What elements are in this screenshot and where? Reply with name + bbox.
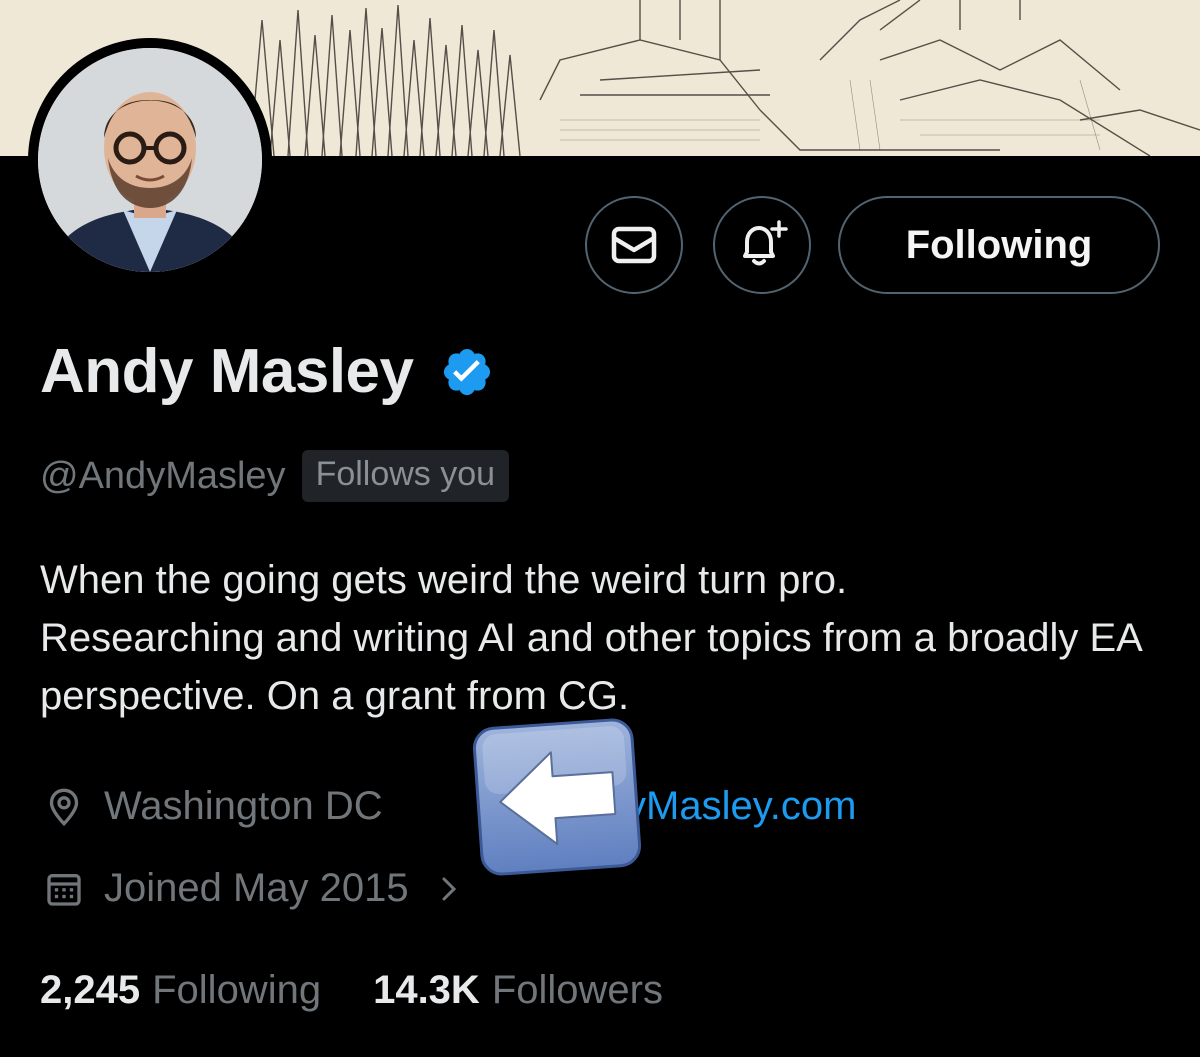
location-text: Washington DC <box>104 784 383 828</box>
following-label: Following <box>152 968 322 1012</box>
envelope-icon <box>611 226 657 264</box>
avatar[interactable] <box>28 38 272 282</box>
profile-joined-date[interactable]: Joined May 2015 <box>44 866 459 911</box>
follow-stats: 2,245 Following 14.3K Followers <box>40 968 663 1013</box>
notifications-button[interactable] <box>713 196 811 294</box>
follows-you-badge: Follows you <box>301 450 510 502</box>
following-stat[interactable]: 2,245 Following <box>40 968 321 1013</box>
profile-location: Washington DC <box>44 784 383 829</box>
profile-bio: When the going gets weird the weird turn… <box>40 558 1141 718</box>
avatar-photo <box>38 48 262 272</box>
following-button[interactable]: Following <box>838 196 1160 294</box>
message-button[interactable] <box>585 196 683 294</box>
calendar-icon <box>47 873 81 906</box>
name-row: Andy Masley <box>40 336 494 407</box>
user-handle: @AndyMasley <box>40 454 286 497</box>
map-pin-icon <box>49 788 79 826</box>
chevron-right-icon[interactable] <box>439 875 459 903</box>
verified-badge-icon[interactable] <box>440 345 494 399</box>
following-count: 2,245 <box>40 968 141 1012</box>
bell-plus-icon <box>743 220 788 266</box>
joined-text: Joined May 2015 <box>104 866 409 910</box>
left-arrow-emoji <box>467 712 648 881</box>
display-name: Andy Masley <box>40 337 414 406</box>
followers-label: Followers <box>491 968 663 1012</box>
profile-website-link[interactable]: yMasley.com <box>626 784 856 829</box>
followers-count: 14.3K <box>373 968 480 1012</box>
handle-row: @AndyMasley Follows you <box>40 450 510 502</box>
followers-stat[interactable]: 14.3K Followers <box>373 968 663 1013</box>
